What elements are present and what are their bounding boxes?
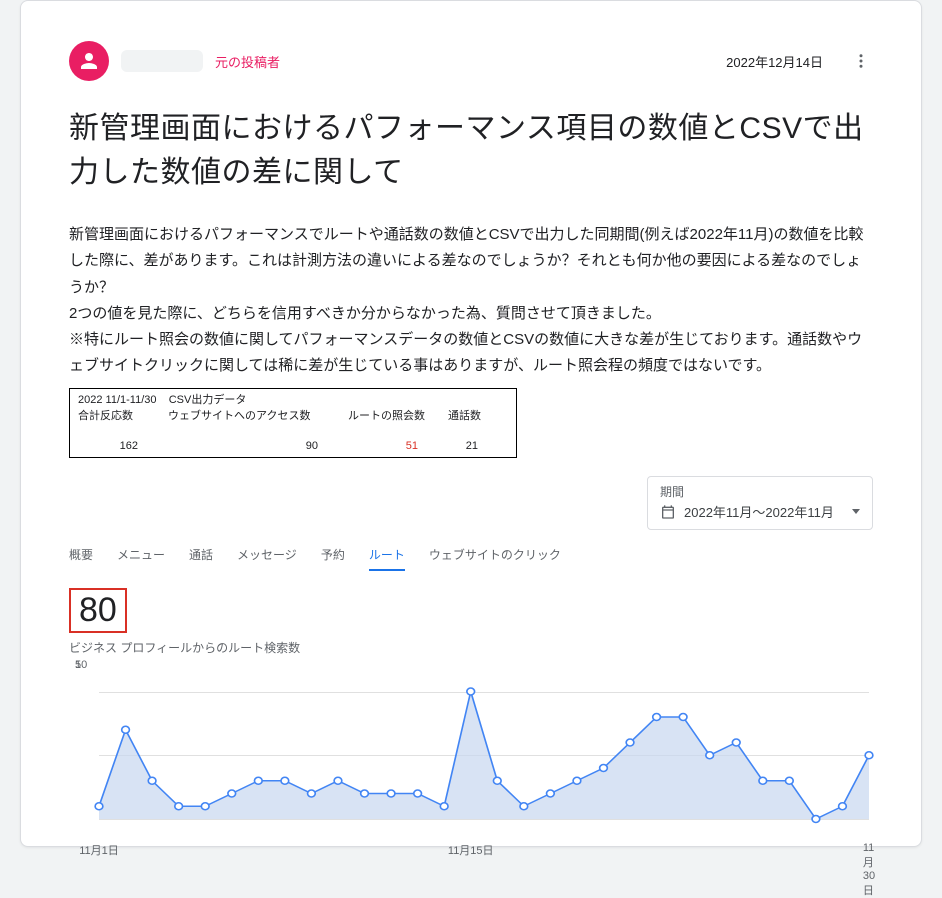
post-body: 新管理画面におけるパフォーマンスでルートや通話数の数値とCSVで出力した同期間(…: [69, 222, 873, 380]
data-point[interactable]: [759, 777, 767, 784]
csv-table: 2022 11/1-11/30 CSV出力データ 合計反応数ウェブサイトへのアク…: [69, 388, 517, 459]
post-title: 新管理画面におけるパフォーマンス項目の数値とCSVで出力した数値の差に関して: [69, 107, 873, 194]
data-point[interactable]: [493, 777, 501, 784]
x-tick-label: 11月1日: [79, 842, 119, 858]
more-options-button[interactable]: [849, 49, 873, 73]
data-point[interactable]: [387, 790, 395, 797]
csv-cell: 51: [348, 439, 448, 453]
csv-title: CSV出力データ: [169, 394, 247, 406]
csv-cell: 21: [448, 439, 508, 453]
data-point[interactable]: [467, 688, 475, 695]
data-point[interactable]: [706, 752, 714, 759]
data-point[interactable]: [626, 739, 634, 746]
data-point[interactable]: [600, 765, 608, 772]
date-range-picker[interactable]: 期間 2022年11月～2022年11月: [647, 476, 873, 530]
data-point[interactable]: [812, 816, 820, 823]
data-point[interactable]: [865, 752, 873, 759]
route-chart: 510 11月1日11月15日11月30日: [69, 666, 873, 846]
performance-tabs: 概要メニュー通話メッセージ予約ルートウェブサイトのクリック: [69, 540, 873, 572]
tab-メニュー[interactable]: メニュー: [117, 540, 165, 571]
data-point[interactable]: [254, 777, 262, 784]
paragraph: 2つの値を見た際に、どちらを信用すべきか分からなかった為、質問させて頂きました。: [69, 301, 873, 327]
metric-value: 80: [69, 588, 127, 633]
data-point[interactable]: [122, 726, 130, 733]
data-point[interactable]: [95, 803, 103, 810]
tab-予約[interactable]: 予約: [321, 540, 345, 571]
data-point[interactable]: [281, 777, 289, 784]
data-point[interactable]: [732, 739, 740, 746]
csv-range: 2022 11/1-11/30: [78, 394, 157, 406]
data-point[interactable]: [653, 714, 661, 721]
data-point[interactable]: [440, 803, 448, 810]
x-tick-label: 11月15日: [448, 842, 494, 858]
data-point[interactable]: [785, 777, 793, 784]
paragraph: 新管理画面におけるパフォーマンスでルートや通話数の数値とCSVで出力した同期間(…: [69, 222, 873, 301]
metric-subtitle: ビジネス プロフィールからのルート検索数: [69, 639, 873, 656]
data-point[interactable]: [679, 714, 687, 721]
data-point[interactable]: [201, 803, 209, 810]
data-point[interactable]: [334, 777, 342, 784]
person-icon: [77, 49, 101, 73]
data-point[interactable]: [573, 777, 581, 784]
y-tick-label: 10: [75, 659, 87, 671]
post-header: 元の投稿者 2022年12月14日: [69, 41, 873, 81]
csv-col-header: 合計反応数: [78, 409, 168, 423]
calendar-icon: [660, 504, 676, 520]
csv-cell: 90: [168, 439, 348, 453]
csv-col-header: ウェブサイトへのアクセス数: [168, 409, 348, 423]
data-point[interactable]: [414, 790, 422, 797]
data-point[interactable]: [361, 790, 369, 797]
post-card: 元の投稿者 2022年12月14日 新管理画面におけるパフォーマンス項目の数値と…: [20, 0, 922, 847]
tab-ウェブサイトのクリック[interactable]: ウェブサイトのクリック: [429, 540, 561, 571]
date-range-label: 期間: [660, 483, 860, 500]
csv-col-header: 通話数: [448, 409, 508, 423]
chevron-down-icon: [852, 509, 860, 514]
x-tick-label: 11月30日: [863, 842, 875, 898]
date-range-value: 2022年11月～2022年11月: [684, 502, 834, 521]
post-date: 2022年12月14日: [726, 52, 823, 71]
kebab-icon: [852, 52, 870, 70]
csv-cell: 162: [78, 439, 168, 453]
data-point[interactable]: [228, 790, 236, 797]
csv-col-header: ルートの照会数: [348, 409, 448, 423]
tab-通話[interactable]: 通話: [189, 540, 213, 571]
tab-メッセージ[interactable]: メッセージ: [237, 540, 297, 571]
data-point[interactable]: [308, 790, 316, 797]
data-point[interactable]: [839, 803, 847, 810]
tab-ルート[interactable]: ルート: [369, 540, 405, 571]
data-point[interactable]: [547, 790, 555, 797]
avatar[interactable]: [69, 41, 109, 81]
original-poster-badge: 元の投稿者: [215, 52, 280, 71]
author-name-redacted: [121, 50, 203, 72]
data-point[interactable]: [520, 803, 528, 810]
tab-概要[interactable]: 概要: [69, 540, 93, 571]
paragraph: ※特にルート照会の数値に関してパフォーマンスデータの数値とCSVの数値に大きな差…: [69, 327, 873, 380]
data-point[interactable]: [175, 803, 183, 810]
data-point[interactable]: [148, 777, 156, 784]
